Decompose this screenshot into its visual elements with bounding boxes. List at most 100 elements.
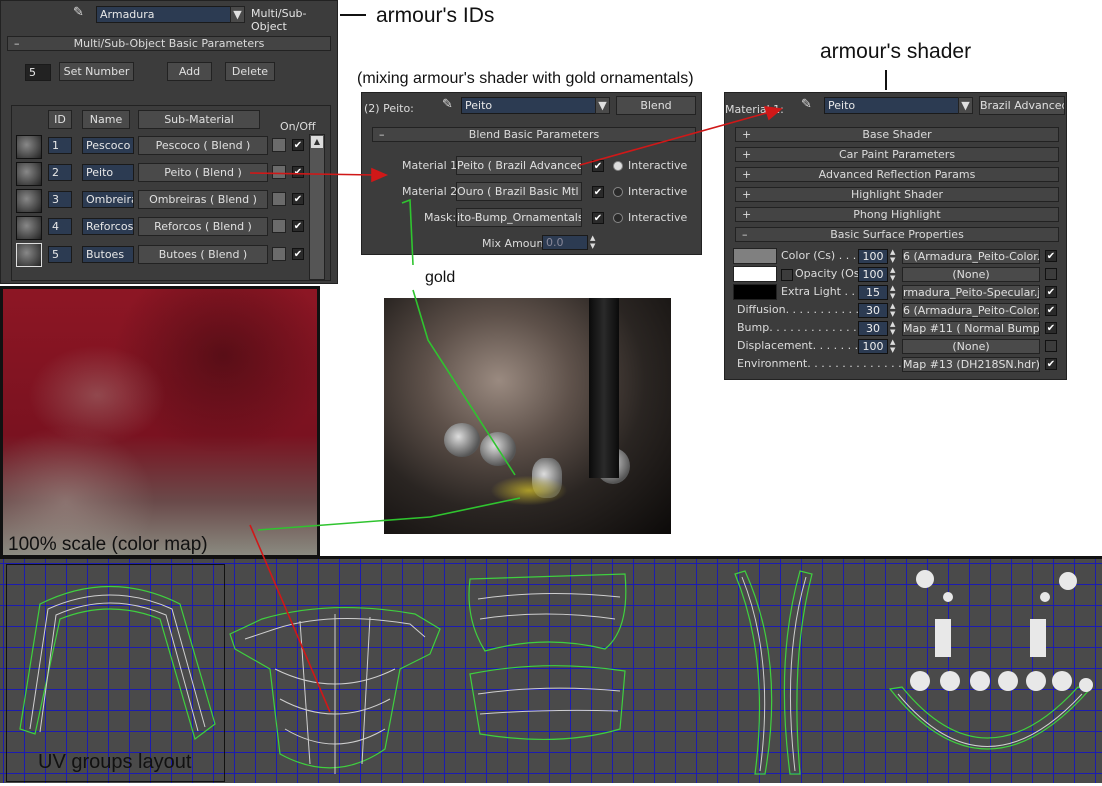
mix-amount-spinner[interactable]: 0.0 — [542, 235, 588, 250]
spinner-arrows-icon[interactable]: ▲ ▼ — [890, 338, 895, 354]
interactive-radio-1[interactable] — [613, 161, 623, 171]
opacity-swatch[interactable] — [733, 266, 777, 282]
name-field[interactable]: Pescoco — [82, 137, 134, 154]
id-field[interactable]: 2 — [48, 164, 72, 181]
prop-value-spinner[interactable]: 30 — [858, 303, 888, 318]
spinner-arrows-icon[interactable]: ▲ ▼ — [890, 302, 895, 318]
eyedropper-icon[interactable]: ✎ — [442, 97, 453, 112]
submaterial-button[interactable]: Ombreiras ( Blend ) — [138, 190, 268, 209]
name-field[interactable]: Peito — [82, 164, 134, 181]
map-button[interactable]: (None) — [902, 339, 1040, 354]
color-swatch[interactable] — [272, 138, 286, 152]
extra-light-swatch[interactable] — [733, 284, 777, 300]
opacity-checkbox[interactable] — [781, 269, 793, 281]
scroll-up-icon[interactable]: ▲ — [311, 136, 323, 148]
id-field[interactable]: 5 — [48, 246, 72, 263]
map-button[interactable]: (None) — [902, 267, 1040, 282]
submaterial-button[interactable]: Reforcos ( Blend ) — [138, 217, 268, 236]
eyedropper-icon[interactable]: ✎ — [73, 5, 84, 20]
name-field[interactable]: Reforcos — [82, 218, 134, 235]
color-swatch[interactable] — [272, 219, 286, 233]
submaterial-button[interactable]: Peito ( Blend ) — [138, 163, 268, 182]
mask-checkbox[interactable]: ✔ — [592, 212, 604, 224]
mask-button[interactable]: ito-Bump_Ornamentals.jpg) — [456, 208, 582, 227]
id-field[interactable]: 3 — [48, 191, 72, 208]
prop-value-spinner[interactable]: 100 — [858, 249, 888, 264]
map-button[interactable]: Map #11 ( Normal Bump ) — [902, 321, 1040, 336]
eyedropper-icon[interactable]: ✎ — [801, 97, 812, 112]
col-id-header[interactable]: ID — [48, 110, 72, 129]
map-checkbox[interactable]: ✔ — [1045, 250, 1057, 262]
interactive-radio-3[interactable] — [613, 213, 623, 223]
material-name-field[interactable]: Armadura — [96, 6, 232, 23]
delete-button[interactable]: Delete — [225, 62, 275, 81]
on-off-checkbox[interactable]: ✔ — [292, 166, 304, 178]
map-checkbox[interactable]: ✔ — [1045, 304, 1057, 316]
prop-value-spinner[interactable]: 100 — [858, 339, 888, 354]
rollout-phong-highlight[interactable]: + Phong Highlight — [735, 207, 1059, 222]
material-type-button[interactable]: Blend — [616, 96, 696, 115]
spinner-arrows-icon[interactable]: ▲ ▼ — [890, 266, 895, 282]
rollout-basic-surface[interactable]: – Basic Surface Properties — [735, 227, 1059, 242]
on-off-checkbox[interactable]: ✔ — [292, 139, 304, 151]
map-button[interactable]: 6 (Armadura_Peito-Color.jpg) — [902, 249, 1040, 264]
col-name-header[interactable]: Name — [82, 110, 130, 129]
list-scrollbar[interactable]: ▲ — [309, 134, 325, 280]
map-checkbox[interactable]: ✔ — [1045, 286, 1057, 298]
name-field[interactable]: Ombreiras — [82, 191, 134, 208]
material-preview[interactable] — [16, 243, 42, 267]
material-dropdown-button[interactable]: ▼ — [230, 6, 245, 23]
add-button[interactable]: Add — [167, 62, 212, 81]
id-field[interactable]: 4 — [48, 218, 72, 235]
material2-button[interactable]: Ouro ( Brazil Basic Mtl ) — [456, 182, 582, 201]
map-checkbox[interactable] — [1045, 268, 1057, 280]
material-type-label[interactable]: Multi/Sub-Object — [251, 7, 337, 33]
set-number-input[interactable]: 5 — [25, 64, 51, 81]
interactive-radio-2[interactable] — [613, 187, 623, 197]
prop-value-spinner[interactable]: 30 — [858, 321, 888, 336]
prop-value-spinner[interactable]: 15 — [858, 285, 888, 300]
rollout-base-shader[interactable]: + Base Shader — [735, 127, 1059, 142]
color-swatch[interactable] — [272, 192, 286, 206]
color-swatch[interactable] — [733, 248, 777, 264]
spinner-arrows-icon[interactable]: ▲ ▼ — [890, 320, 895, 336]
map-button[interactable]: rmadura_Peito-Specular.jpg) — [902, 285, 1040, 300]
spinner-arrows-icon[interactable]: ▲ ▼ — [590, 234, 595, 250]
map-checkbox[interactable]: ✔ — [1045, 358, 1057, 370]
set-number-button[interactable]: Set Number — [59, 62, 134, 81]
material1-checkbox[interactable]: ✔ — [592, 160, 604, 172]
map-button[interactable]: 6 (Armadura_Peito-Color.jpg) — [902, 303, 1040, 318]
map-checkbox[interactable]: ✔ — [1045, 322, 1057, 334]
name-field[interactable]: Butoes — [82, 246, 134, 263]
on-off-checkbox[interactable]: ✔ — [292, 193, 304, 205]
on-off-checkbox[interactable]: ✔ — [292, 248, 304, 260]
multi-rollout-header[interactable]: – Multi/Sub-Object Basic Parameters — [7, 36, 331, 51]
material-name-field[interactable]: Peito — [824, 97, 959, 114]
submaterial-button[interactable]: Pescoco ( Blend ) — [138, 136, 268, 155]
map-checkbox[interactable] — [1045, 340, 1057, 352]
id-field[interactable]: 1 — [48, 137, 72, 154]
blend-rollout-header[interactable]: – Blend Basic Parameters — [372, 127, 696, 142]
color-swatch[interactable] — [272, 247, 286, 261]
material-preview[interactable] — [16, 162, 42, 186]
submaterial-button[interactable]: Butoes ( Blend ) — [138, 245, 268, 264]
spinner-arrows-icon[interactable]: ▲ ▼ — [890, 248, 895, 264]
col-submaterial-header[interactable]: Sub-Material — [138, 110, 260, 129]
on-off-checkbox[interactable]: ✔ — [292, 220, 304, 232]
prop-value-spinner[interactable]: 100 — [858, 267, 888, 282]
material-preview[interactable] — [16, 216, 42, 240]
map-button[interactable]: Map #13 (DH218SN.hdr) — [902, 357, 1040, 372]
material-dropdown-button[interactable]: ▼ — [958, 97, 973, 114]
rollout-car-paint[interactable]: + Car Paint Parameters — [735, 147, 1059, 162]
rollout-highlight-shader[interactable]: + Highlight Shader — [735, 187, 1059, 202]
material-preview[interactable] — [16, 135, 42, 159]
material-dropdown-button[interactable]: ▼ — [595, 97, 610, 114]
material-name-field[interactable]: Peito — [461, 97, 596, 114]
material2-checkbox[interactable]: ✔ — [592, 186, 604, 198]
material1-button[interactable]: Peito ( Brazil Advanced ) — [456, 156, 582, 175]
material-type-button[interactable]: Brazil Advanced — [979, 96, 1065, 115]
color-swatch[interactable] — [272, 165, 286, 179]
rollout-advanced-reflection[interactable]: + Advanced Reflection Params — [735, 167, 1059, 182]
spinner-arrows-icon[interactable]: ▲ ▼ — [890, 284, 895, 300]
material-preview[interactable] — [16, 189, 42, 213]
